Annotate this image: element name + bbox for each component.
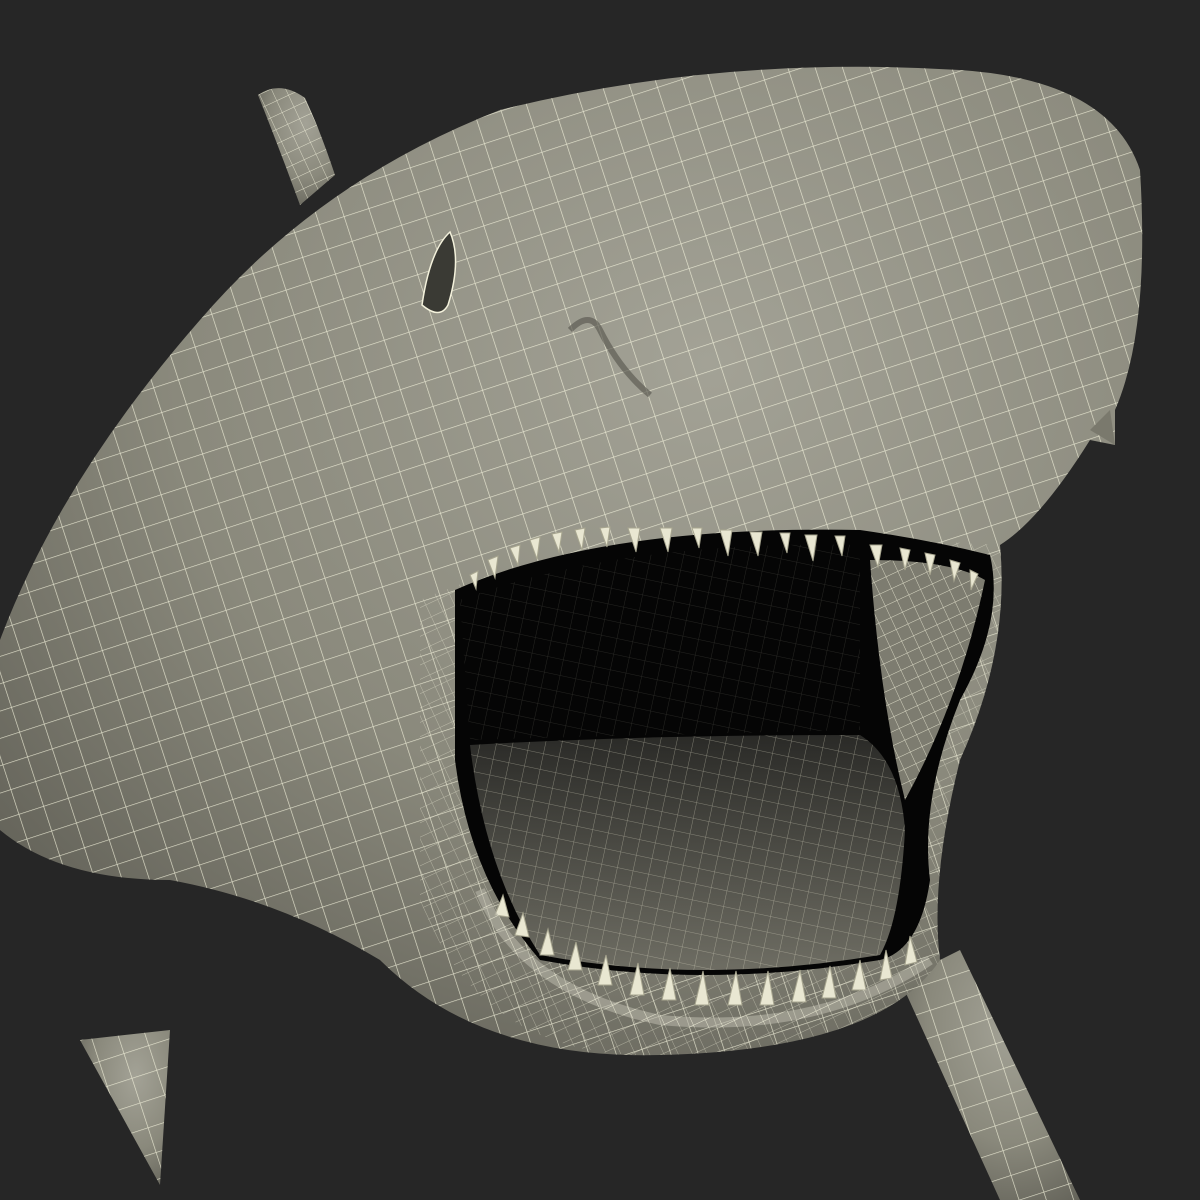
mouth-cavity — [455, 529, 994, 975]
dorsal-fin — [258, 88, 335, 205]
shark-wireframe-render — [0, 66, 1143, 1200]
lower-body — [900, 950, 1080, 1200]
render-viewport — [0, 0, 1200, 1200]
pectoral-fin — [80, 1030, 170, 1185]
